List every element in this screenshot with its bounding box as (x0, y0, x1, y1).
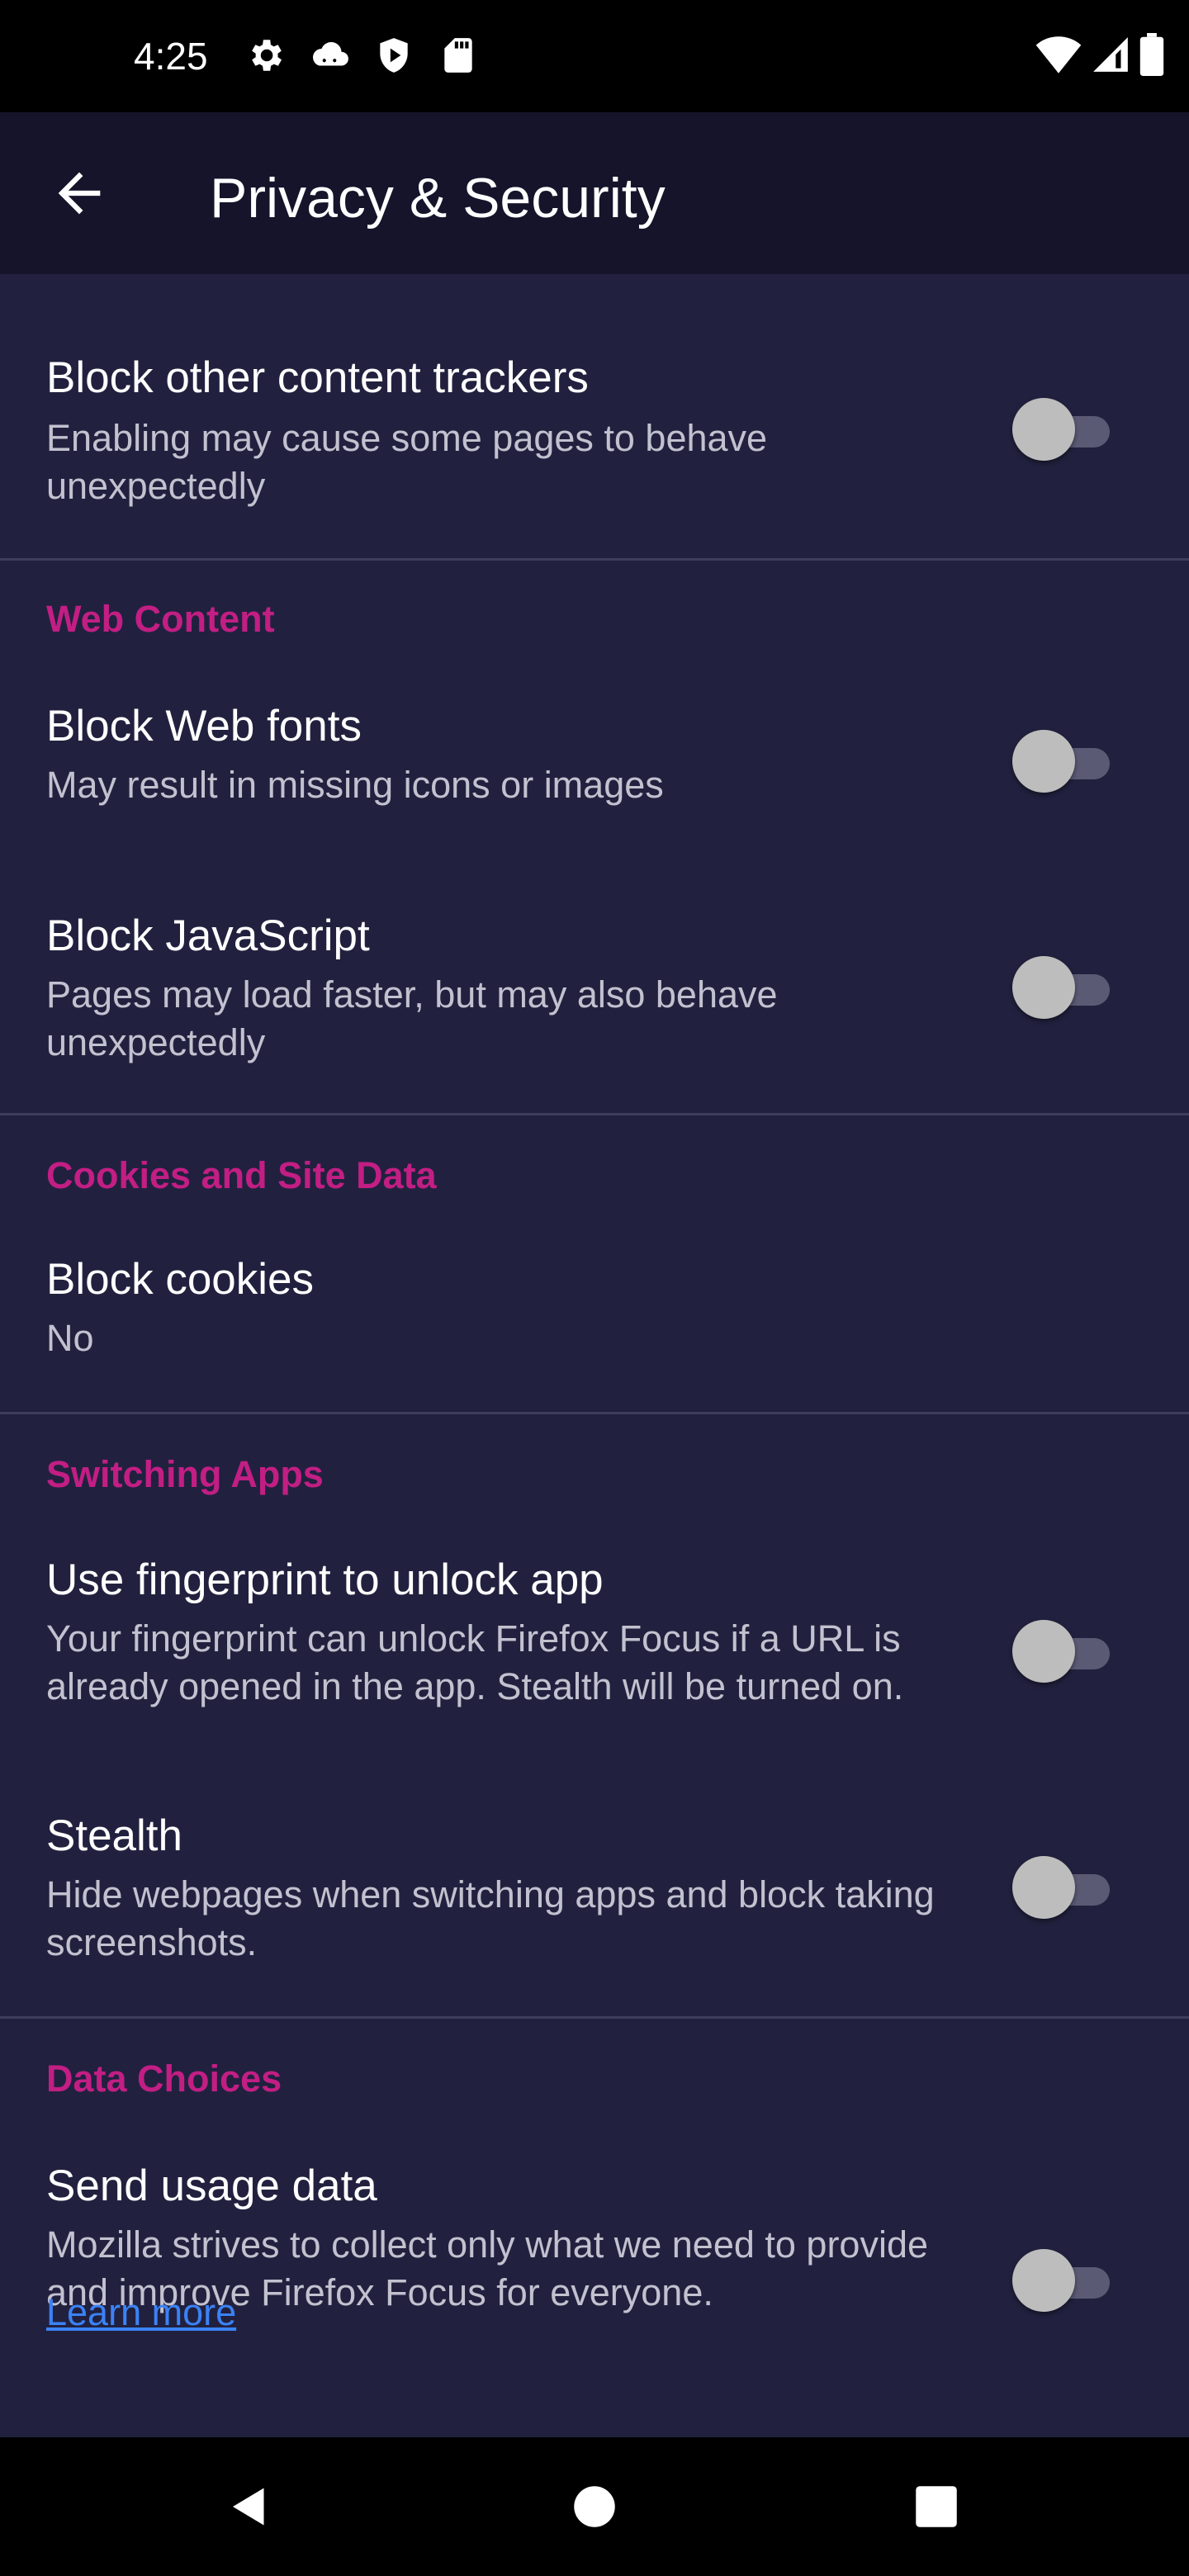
sd-card-icon (444, 38, 472, 73)
send-usage-data-toggle[interactable] (1012, 2246, 1115, 2312)
pref-block-javascript[interactable]: Block JavaScript Pages may load faster, … (0, 887, 1189, 1113)
nav-back-button[interactable] (216, 2474, 282, 2540)
wifi-icon (1035, 36, 1082, 73)
stealth-toggle[interactable] (1012, 1853, 1115, 1919)
pref-block-web-fonts[interactable]: Block Web fonts May result in missing ic… (0, 679, 1189, 877)
toggle-thumb (1012, 2249, 1075, 2312)
pref-summary: Your fingerprint can unlock Firefox Focu… (46, 1617, 904, 1707)
pref-title: Block Web fonts (46, 702, 362, 751)
nav-home-button[interactable] (561, 2474, 628, 2540)
app-bar: Privacy & Security (0, 112, 1189, 274)
divider (0, 558, 1189, 561)
pref-summary: Enabling may cause some pages to behave … (46, 417, 768, 507)
pref-value: No (46, 1317, 94, 1359)
pref-summary: May result in missing icons or images (46, 764, 664, 806)
toggle-thumb (1012, 398, 1075, 461)
category-web-content: Web Content (46, 598, 275, 640)
divider (0, 2016, 1189, 2019)
nav-recents-button[interactable] (903, 2474, 969, 2540)
pref-title: Block JavaScript (46, 912, 370, 960)
pref-block-other-trackers[interactable]: Block other content trackers Enabling ma… (0, 274, 1189, 558)
pref-title: Block other content trackers (46, 353, 589, 402)
block-web-fonts-toggle[interactable] (1012, 727, 1115, 793)
category-cookies: Cookies and Site Data (46, 1154, 437, 1196)
recents-square-icon (916, 2486, 957, 2527)
divider (0, 1113, 1189, 1115)
cloud-icon (313, 42, 348, 66)
pref-summary: Hide webpages when switching apps and bl… (46, 1873, 935, 1963)
block-javascript-toggle[interactable] (1012, 953, 1115, 1019)
pref-title: Use fingerprint to unlock app (46, 1556, 604, 1604)
back-triangle-icon (233, 2488, 264, 2526)
back-button[interactable] (36, 150, 122, 236)
pref-fingerprint-unlock[interactable]: Use fingerprint to unlock app Your finge… (0, 1532, 1189, 1760)
gear-icon (252, 40, 282, 71)
home-circle-icon (574, 2486, 615, 2527)
page-title: Privacy & Security (210, 167, 666, 230)
system-nav-bar (0, 2437, 1189, 2576)
pref-title: Block cookies (46, 1255, 315, 1304)
status-time: 4:25 (134, 35, 208, 78)
toggle-thumb (1012, 1620, 1075, 1683)
arrow-back-icon (58, 172, 101, 215)
category-switching-apps: Switching Apps (46, 1453, 324, 1495)
fingerprint-unlock-toggle[interactable] (1012, 1617, 1115, 1683)
status-bar: 4:25 (0, 0, 1189, 112)
pref-stealth[interactable]: Stealth Hide webpages when switching app… (0, 1785, 1189, 2016)
signal-icon (1093, 37, 1128, 72)
pref-send-usage-data[interactable]: Send usage data Mozilla strives to colle… (0, 2137, 1189, 2417)
category-data-choices: Data Choices (46, 2057, 282, 2100)
pref-summary: Pages may load faster, but may also beha… (46, 973, 778, 1063)
pref-title: Stealth (46, 1811, 183, 1860)
pref-title: Send usage data (46, 2162, 377, 2210)
status-icons-right (1035, 33, 1164, 76)
pref-block-cookies[interactable]: Block cookies No (0, 1232, 1189, 1413)
shield-play-icon (380, 38, 408, 73)
status-icons-left (244, 35, 479, 76)
block-other-trackers-toggle[interactable] (1012, 395, 1115, 461)
divider (0, 1412, 1189, 1414)
battery-icon (1139, 33, 1164, 76)
toggle-thumb (1012, 956, 1075, 1019)
toggle-thumb (1012, 730, 1075, 793)
toggle-thumb (1012, 1856, 1075, 1919)
learn-more-link[interactable]: Learn more (46, 2289, 236, 2337)
